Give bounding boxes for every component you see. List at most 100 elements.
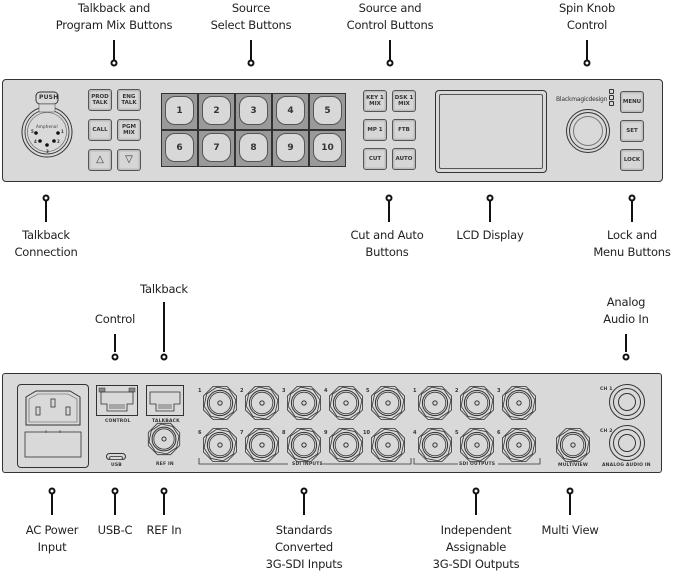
button-label: CUT <box>368 156 382 162</box>
brand-logo-text: Blackmagicdesign <box>556 96 608 103</box>
callout-sdi-inputs: Standards Converted 3G-SDI Inputs <box>266 522 343 573</box>
callout-line: AC Power <box>25 523 79 537</box>
xlr-pin-label: 2 <box>57 139 60 144</box>
leader-dot <box>583 59 591 67</box>
auto-button[interactable]: AUTO <box>392 148 416 170</box>
dsk1-mix-button[interactable]: DSK 1 MIX <box>392 90 416 112</box>
source-button-8[interactable]: 8 <box>235 130 272 167</box>
callout-lock-menu-buttons: Lock and Menu Buttons <box>593 227 671 261</box>
callout-line: Converted <box>274 540 334 554</box>
callout-line: Analog <box>606 295 646 309</box>
source-button-6[interactable]: 6 <box>161 130 198 167</box>
lcd-display <box>435 90 547 173</box>
callout-line: 3G-SDI Outputs <box>432 557 520 571</box>
bnc-connector-icon <box>371 386 405 420</box>
source-button-label: 9 <box>276 133 305 162</box>
callout-line: Menu Buttons <box>593 245 671 259</box>
callout-line: Assignable <box>445 540 507 554</box>
callout-line: LCD Display <box>456 228 524 242</box>
source-button-5[interactable]: 5 <box>309 93 346 130</box>
callout-source-select-buttons: Source Select Buttons <box>211 0 292 34</box>
source-button-9[interactable]: 9 <box>272 130 309 167</box>
eng-talk-button[interactable]: ENG TALK <box>117 89 141 111</box>
set-button[interactable]: SET <box>620 120 644 142</box>
source-button-3[interactable]: 3 <box>235 93 272 130</box>
bnc-connector-icon <box>203 386 237 420</box>
key1-mix-button[interactable]: KEY 1 MIX <box>363 90 387 112</box>
push-label: PUSH <box>39 94 59 101</box>
lock-button[interactable]: LOCK <box>620 149 644 171</box>
button-label: FTB <box>398 127 410 133</box>
talkback-ethernet-port[interactable] <box>146 385 184 416</box>
bnc-connector-icon <box>502 386 536 420</box>
callout-line: Control Buttons <box>346 18 434 32</box>
source-button-label: 6 <box>165 133 194 162</box>
ref-in-bnc-connector[interactable] <box>146 421 182 457</box>
leader-line <box>389 40 391 60</box>
ftb-button[interactable]: FTB <box>392 119 416 141</box>
sdi-input-2[interactable] <box>243 384 281 422</box>
bnc-connector-icon <box>460 386 494 420</box>
button-label: AUTO <box>395 156 413 162</box>
leader-line <box>388 201 390 222</box>
callout-line: Talkback <box>140 282 188 296</box>
xlr-pin-label: 4 <box>34 139 37 144</box>
cut-button[interactable]: CUT <box>363 148 387 170</box>
callout-line: Audio In <box>603 312 649 326</box>
ch1-label: CH 1 <box>600 387 613 392</box>
sdi-input-1[interactable] <box>201 384 239 422</box>
source-button-label: 3 <box>239 96 268 125</box>
callout-line: Cut and Auto <box>350 228 424 242</box>
menu-button[interactable]: MENU <box>620 91 644 113</box>
leader-dot <box>110 59 118 67</box>
analog-audio-ch1-jack[interactable] <box>609 384 645 420</box>
sdi-input-4[interactable] <box>327 384 365 422</box>
source-button-7[interactable]: 7 <box>198 130 235 167</box>
sdi-output-1[interactable] <box>416 384 454 422</box>
bnc-connector-icon <box>245 386 279 420</box>
sdi-input-5[interactable] <box>369 384 407 422</box>
callout-multi-view: Multi View <box>541 522 598 539</box>
sdi-input-3[interactable] <box>285 384 323 422</box>
callout-line: Source <box>231 1 271 15</box>
usb-c-icon <box>109 455 123 460</box>
callout-talkback: Talkback <box>140 281 188 298</box>
leader-line <box>631 201 633 222</box>
multiview-bnc-connector[interactable] <box>554 426 592 464</box>
pgm-mix-button[interactable]: PGM MIX <box>117 119 141 141</box>
usb-c-port[interactable] <box>106 453 126 460</box>
button-label: CALL <box>92 127 108 133</box>
sdi-output-3[interactable] <box>500 384 538 422</box>
usb-label: USB <box>111 463 122 468</box>
source-button-1[interactable]: 1 <box>161 93 198 130</box>
source-button-4[interactable]: 4 <box>272 93 309 130</box>
call-button[interactable]: CALL <box>88 119 112 141</box>
source-button-2[interactable]: 2 <box>198 93 235 130</box>
leader-line <box>625 334 627 352</box>
source-select-grid: 1 2 3 4 5 6 7 8 9 10 <box>161 93 346 167</box>
ac-power-input[interactable] <box>17 384 89 468</box>
spin-knob[interactable] <box>566 109 610 153</box>
bnc-connector-icon <box>287 386 321 420</box>
sdi-output-2[interactable] <box>458 384 496 422</box>
xlr-pin-label: 5 <box>31 129 34 134</box>
talkback-xlr-connector[interactable]: PUSH Amphenol 1 2 3 4 5 <box>19 90 75 160</box>
callout-analog-audio-in: Analog Audio In <box>603 294 649 328</box>
button-label: MIX <box>123 130 135 136</box>
leader-line <box>586 40 588 60</box>
analog-audio-in-label: ANALOG AUDIO IN <box>602 463 651 468</box>
leader-line <box>163 302 165 352</box>
analog-audio-ch2-jack[interactable] <box>609 425 645 461</box>
source-button-label: 2 <box>202 96 231 125</box>
callout-lcd-display: LCD Display <box>456 227 523 244</box>
callout-line: Lock and <box>607 228 657 242</box>
callout-line: Connection <box>14 245 78 259</box>
leader-line <box>303 494 305 515</box>
up-button[interactable]: △ <box>88 149 112 171</box>
mp1-button[interactable]: MP 1 <box>363 119 387 141</box>
down-button[interactable]: ▽ <box>117 149 141 171</box>
callout-line: Select Buttons <box>210 18 292 32</box>
source-button-10[interactable]: 10 <box>309 130 346 167</box>
control-ethernet-port[interactable] <box>96 385 138 416</box>
prod-talk-button[interactable]: PROD TALK <box>88 89 112 111</box>
